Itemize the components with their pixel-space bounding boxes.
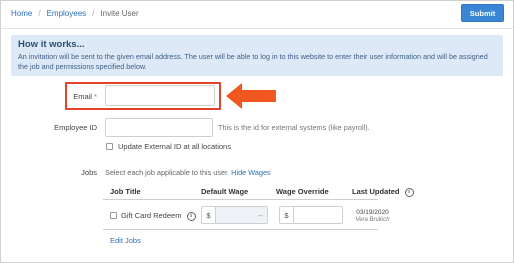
last-updated-header-text: Last Updated [352, 187, 400, 196]
info-icon[interactable]: i [186, 211, 196, 221]
default-wage-value: -- [216, 207, 267, 223]
default-wage-field: $ -- [201, 206, 268, 224]
job-title: Gift Card Redeem [121, 211, 182, 220]
update-external-checkbox[interactable] [106, 143, 113, 150]
last-updated-cell: 03/19/2020 Vera Brukich [345, 209, 400, 223]
header-divider [0, 28, 514, 29]
jobs-label: Jobs [81, 168, 97, 177]
info-icon[interactable]: i [404, 187, 414, 197]
jobs-hint: Select each job applicable to this user. [105, 168, 230, 177]
breadcrumb-separator: / [38, 9, 41, 18]
currency-symbol: $ [280, 207, 294, 223]
employee-id-label: Employee ID [54, 123, 97, 132]
wage-override-value[interactable] [294, 207, 342, 223]
last-updated-by: Vera Brukich [355, 217, 390, 223]
currency-symbol: $ [202, 207, 216, 223]
breadcrumb-current: Invite User [100, 9, 139, 18]
column-header-default-wage: Default Wage [201, 187, 249, 196]
employee-id-field[interactable] [105, 118, 213, 137]
jobs-hint-line: Select each job applicable to this user.… [105, 168, 271, 177]
submit-button[interactable]: Submit [461, 4, 504, 22]
update-external-label: Update External ID at all locations [118, 142, 231, 151]
employee-id-hint: This is the id for external systems (lik… [218, 123, 370, 132]
wage-override-field[interactable]: $ [279, 206, 343, 224]
breadcrumb: Home / Employees / Invite User [11, 9, 139, 18]
info-panel: How it works... An invitation will be se… [11, 35, 503, 76]
table-row-divider [103, 229, 378, 230]
edit-jobs-link[interactable]: Edit Jobs [110, 236, 141, 245]
left-arrow-icon [226, 83, 276, 109]
hide-wages-link[interactable]: Hide Wages [231, 168, 270, 177]
column-header-last-updated: Last Updated i [352, 187, 414, 197]
column-header-wage-override: Wage Override [276, 187, 329, 196]
last-updated-date: 03/19/2020 [356, 209, 389, 216]
breadcrumb-home-link[interactable]: Home [11, 9, 32, 18]
breadcrumb-employees-link[interactable]: Employees [47, 9, 87, 18]
breadcrumb-separator: / [92, 9, 95, 18]
info-title: How it works... [18, 39, 85, 50]
table-row: Gift Card Redeem i [121, 211, 196, 221]
email-highlight-annotation [65, 82, 221, 110]
info-text: An invitation will be sent to the given … [18, 52, 488, 71]
table-header-divider [103, 199, 378, 200]
column-header-job-title: Job Title [110, 187, 141, 196]
job-checkbox[interactable] [110, 212, 117, 219]
